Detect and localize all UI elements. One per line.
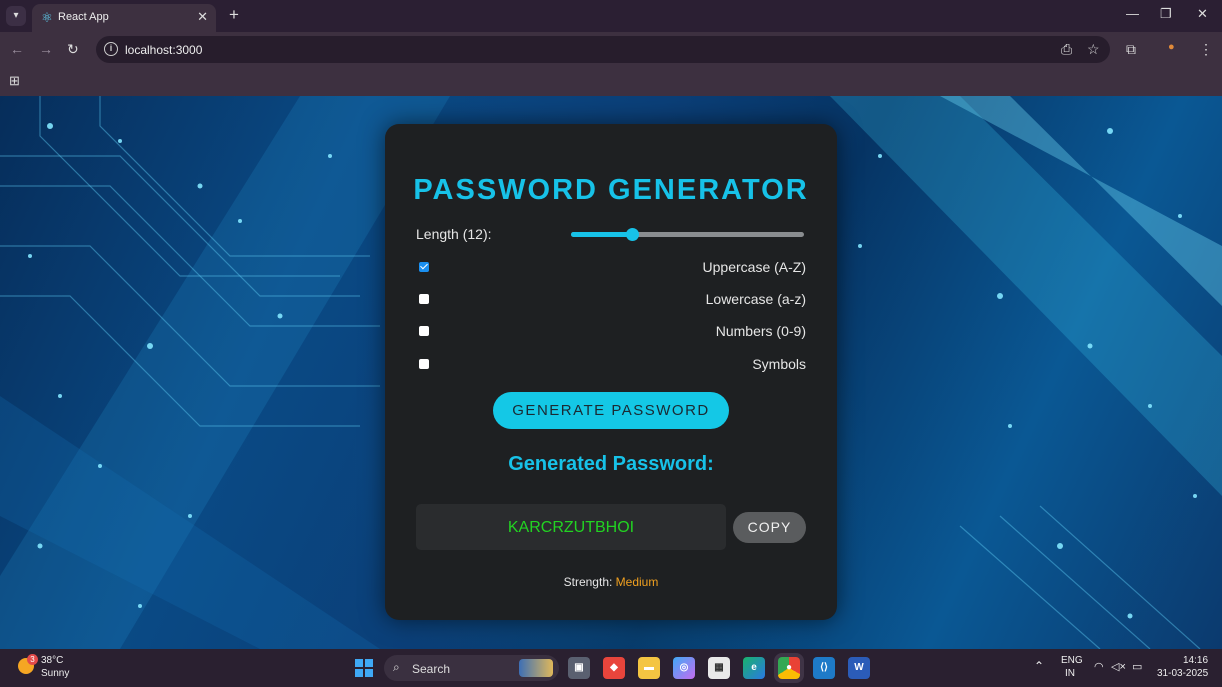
address-bar[interactable]: i localhost:3000 ⎙ ☆ xyxy=(96,36,1110,63)
lowercase-label: Lowercase (a-z) xyxy=(705,291,806,307)
language-top[interactable]: ENG xyxy=(1061,655,1083,666)
vscode-icon[interactable]: ⟨⟩ xyxy=(813,657,835,679)
slider-thumb[interactable] xyxy=(626,228,639,241)
minimize-icon[interactable]: — xyxy=(1126,6,1139,21)
symbols-checkbox[interactable] xyxy=(419,359,429,369)
bookmark-star-icon[interactable]: ☆ xyxy=(1087,41,1100,58)
tab-title: React App xyxy=(58,11,109,23)
task-view-icon[interactable]: ▣ xyxy=(568,657,590,679)
option-numbers[interactable]: Numbers (0-9) xyxy=(416,322,806,342)
slider-fill xyxy=(571,232,632,237)
uppercase-checkbox[interactable] xyxy=(419,262,429,272)
battery-icon[interactable]: ▭ xyxy=(1132,660,1142,673)
password-text: KARCRZUTBHOI xyxy=(507,519,635,536)
profile-icon[interactable]: ● xyxy=(1168,41,1175,53)
length-slider[interactable] xyxy=(571,228,804,242)
start-windows-icon[interactable] xyxy=(355,659,373,677)
forward-icon[interactable]: → xyxy=(39,41,53,57)
symbols-label: Symbols xyxy=(752,356,806,372)
password-output: KARCRZUTBHOI xyxy=(416,504,726,550)
lowercase-checkbox[interactable] xyxy=(419,294,429,304)
back-icon[interactable]: ← xyxy=(10,41,24,57)
speaker-muted-icon[interactable]: ◁× xyxy=(1111,660,1126,673)
search-highlight-icon xyxy=(519,659,553,677)
option-lowercase[interactable]: Lowercase (a-z) xyxy=(416,290,806,310)
page-title: PASSWORD GENERATOR xyxy=(413,174,809,206)
strength-value: Medium xyxy=(615,575,659,589)
windows-taskbar: 3 38°C Sunny ⌕ Search ▣ ◆ ▬ ◎ ▦ e ● ⟨⟩ W… xyxy=(0,649,1222,687)
language-bottom[interactable]: IN xyxy=(1065,668,1075,679)
browser-toolbar: ← → ↻ i localhost:3000 ⎙ ☆ ⧉ ● ⋮ xyxy=(0,32,1222,67)
reload-icon[interactable]: ↻ xyxy=(67,41,79,58)
taskbar-search[interactable]: ⌕ Search xyxy=(384,655,559,681)
generate-password-button[interactable]: GENERATE PASSWORD xyxy=(493,392,729,429)
bookmarks-bar: ⊞ xyxy=(0,67,1222,96)
generated-password-heading: Generated Password: xyxy=(508,453,714,475)
app-red-diamond-icon[interactable]: ◆ xyxy=(603,657,625,679)
clock-date[interactable]: 31-03-2025 xyxy=(1157,668,1208,679)
numbers-label: Numbers (0-9) xyxy=(715,323,806,339)
uppercase-label: Uppercase (A-Z) xyxy=(702,259,806,275)
apps-grid-icon[interactable]: ⊞ xyxy=(9,73,20,89)
copy-button[interactable]: COPY xyxy=(733,512,806,543)
tray-chevron-up-icon[interactable]: ⌃ xyxy=(1034,659,1044,673)
microsoft-store-icon[interactable]: ▦ xyxy=(708,657,730,679)
weather-condition[interactable]: Sunny xyxy=(41,668,69,679)
copilot-icon[interactable]: ◎ xyxy=(673,657,695,679)
url-text[interactable]: localhost:3000 xyxy=(125,43,202,57)
numbers-checkbox[interactable] xyxy=(419,326,429,336)
weather-temperature[interactable]: 38°C xyxy=(41,655,63,666)
clock-time[interactable]: 14:16 xyxy=(1183,655,1208,666)
page-viewport: PASSWORD GENERATOR Length (12): Uppercas… xyxy=(0,96,1222,649)
word-icon[interactable]: W xyxy=(848,657,870,679)
weather-badge: 3 xyxy=(27,654,38,665)
tab-close-icon[interactable]: ✕ xyxy=(197,9,208,25)
password-generator-card: PASSWORD GENERATOR Length (12): Uppercas… xyxy=(385,124,837,620)
chrome-browser-icon[interactable]: ● xyxy=(778,657,800,679)
new-tab-button[interactable]: + xyxy=(224,5,244,25)
browser-tab-strip: ▾ ⚛ React App ✕ + — ❐ ✕ xyxy=(0,0,1222,32)
maximize-icon[interactable]: ❐ xyxy=(1160,6,1172,22)
edge-browser-icon[interactable]: e xyxy=(743,657,765,679)
option-symbols[interactable]: Symbols xyxy=(416,355,806,375)
react-favicon-icon: ⚛ xyxy=(41,10,53,25)
browser-menu-icon[interactable]: ⋮ xyxy=(1199,41,1213,58)
extensions-icon[interactable]: ⧉ xyxy=(1126,41,1136,58)
search-placeholder: Search xyxy=(412,662,451,676)
tab-search-button[interactable]: ▾ xyxy=(6,6,26,26)
site-info-icon[interactable]: i xyxy=(104,42,118,56)
length-label: Length (12): xyxy=(416,226,492,242)
strength-indicator: Strength: Medium xyxy=(385,575,837,589)
install-app-icon[interactable]: ⎙ xyxy=(1061,41,1072,58)
window-close-icon[interactable]: ✕ xyxy=(1197,6,1208,22)
strength-label: Strength: xyxy=(563,575,613,589)
search-icon: ⌕ xyxy=(393,660,400,674)
wifi-icon[interactable]: ◠ xyxy=(1094,660,1104,673)
browser-tab[interactable]: ⚛ React App ✕ xyxy=(32,4,216,32)
option-uppercase[interactable]: Uppercase (A-Z) xyxy=(416,258,806,278)
file-explorer-icon[interactable]: ▬ xyxy=(638,657,660,679)
